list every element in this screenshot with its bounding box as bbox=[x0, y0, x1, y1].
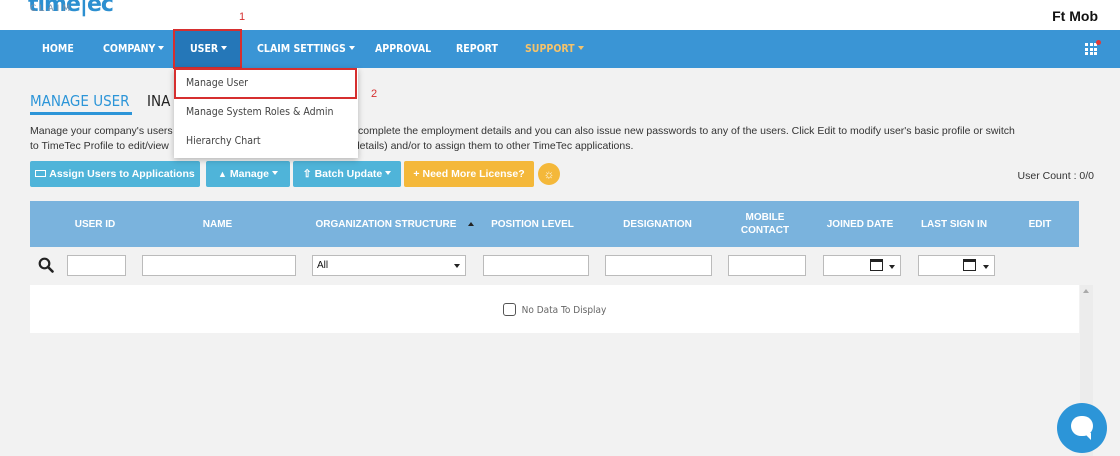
sort-asc-icon bbox=[468, 222, 475, 226]
annotation-marker-2: 2 bbox=[371, 88, 378, 100]
col-edit: EDIT bbox=[1028, 218, 1052, 230]
nav-company-label: COMPANY bbox=[103, 43, 156, 55]
id-card-icon bbox=[35, 170, 47, 177]
col-designation[interactable]: DESIGNATION bbox=[610, 201, 705, 247]
upload-icon: ⇧ bbox=[302, 168, 312, 180]
description-line2-start: to TimeTec Profile to edit/view bbox=[30, 140, 169, 152]
annotation-marker-1: 1 bbox=[239, 11, 246, 23]
filter-user-id[interactable] bbox=[67, 255, 126, 276]
col-position-level[interactable]: POSITION LEVEL bbox=[485, 201, 580, 247]
batch-update-button[interactable]: ⇧ Batch Update bbox=[293, 161, 401, 187]
annotation-highlight-manage-user bbox=[174, 68, 357, 99]
filter-joined-date[interactable] bbox=[823, 255, 901, 276]
filter-name[interactable] bbox=[142, 255, 296, 276]
filter-last-sign-in[interactable] bbox=[918, 255, 995, 276]
filter-designation[interactable] bbox=[605, 255, 712, 276]
chat-button[interactable] bbox=[1057, 403, 1107, 453]
chevron-down-icon bbox=[348, 46, 355, 50]
description-line1-end: ation to complete the employment details… bbox=[320, 125, 1015, 137]
chevron-down-icon bbox=[454, 264, 460, 268]
search-icon[interactable] bbox=[38, 257, 54, 273]
nav-approval-label: APPROVAL bbox=[375, 43, 432, 55]
user-count: User Count : 0/0 bbox=[1017, 170, 1094, 182]
col-organization-structure-label: ORGANIZATION STRUCTURE bbox=[315, 218, 457, 230]
main-navbar: HOME COMPANY USER CLAIM SETTINGS APPROVA… bbox=[0, 30, 1120, 68]
need-more-license-label: Need More License? bbox=[422, 168, 525, 180]
calendar-icon[interactable] bbox=[963, 259, 976, 271]
nav-approval[interactable]: APPROVAL bbox=[375, 30, 431, 68]
lightbulb-icon[interactable]: ☼ bbox=[538, 163, 560, 185]
top-bar: time|ec CLAIM Ft Mob bbox=[0, 0, 1120, 30]
filter-org-select[interactable]: All bbox=[312, 255, 466, 276]
table-header: USER ID NAME ORGANIZATION STRUCTURE POSI… bbox=[30, 201, 1079, 247]
user-name[interactable]: Ft Mob bbox=[1052, 8, 1098, 24]
col-mobile-label-2: CONTACT bbox=[740, 225, 790, 236]
nav-report[interactable]: REPORT bbox=[456, 30, 498, 68]
plus-icon: + bbox=[413, 168, 420, 180]
no-data-text: No Data To Display bbox=[521, 305, 607, 316]
nav-home[interactable]: HOME bbox=[42, 30, 74, 68]
annotation-highlight-user-menu bbox=[173, 29, 242, 69]
need-more-license-button[interactable]: + Need More License? bbox=[404, 161, 534, 187]
sitemap-icon: ▲ bbox=[217, 169, 227, 179]
menu-item-manage-system-roles[interactable]: Manage System Roles & Admin bbox=[174, 98, 358, 127]
col-user-id[interactable]: USER ID bbox=[50, 201, 140, 247]
nav-home-label: HOME bbox=[42, 43, 74, 55]
page-title[interactable]: MANAGE USER bbox=[30, 92, 130, 110]
chevron-down-icon bbox=[158, 46, 165, 50]
chat-bubble-tail bbox=[1084, 433, 1091, 440]
notification-dot bbox=[1096, 40, 1101, 45]
chevron-down-icon bbox=[577, 46, 584, 50]
menu-item-hierarchy-chart[interactable]: Hierarchy Chart bbox=[174, 127, 358, 156]
batch-update-label: Batch Update bbox=[314, 168, 383, 180]
manage-button[interactable]: ▲ Manage bbox=[206, 161, 290, 187]
chevron-down-icon bbox=[272, 171, 278, 175]
assign-users-button[interactable]: Assign Users to Applications bbox=[30, 161, 200, 187]
filter-row: All bbox=[30, 247, 1079, 285]
description-line1-start: Manage your company's users bbox=[30, 125, 173, 137]
filter-org-value: All bbox=[317, 260, 329, 271]
apps-grid-icon[interactable] bbox=[1085, 43, 1097, 55]
tab-inactive-users[interactable]: INA bbox=[147, 92, 170, 110]
nav-support-label: SUPPORT bbox=[525, 43, 575, 55]
col-last-sign-in[interactable]: LAST SIGN IN bbox=[910, 201, 998, 247]
no-data-message: No Data To Display bbox=[30, 303, 1079, 316]
active-tab-underline bbox=[30, 112, 132, 115]
filter-mobile-contact[interactable] bbox=[728, 255, 806, 276]
col-joined-date[interactable]: JOINED DATE bbox=[815, 201, 905, 247]
logo-subtitle: CLAIM bbox=[30, 4, 74, 14]
chevron-down-icon bbox=[385, 171, 392, 175]
calendar-icon[interactable] bbox=[870, 259, 883, 271]
assign-users-label: Assign Users to Applications bbox=[49, 168, 195, 180]
chevron-down-icon bbox=[983, 265, 989, 269]
col-name[interactable]: NAME bbox=[150, 201, 285, 247]
scroll-up-icon[interactable] bbox=[1083, 289, 1089, 293]
col-mobile-label-1: MOBILE bbox=[745, 212, 785, 223]
table-body: No Data To Display bbox=[30, 285, 1079, 333]
col-organization-structure[interactable]: ORGANIZATION STRUCTURE bbox=[310, 201, 480, 247]
description-line2-end: act details) and/or to assign them to ot… bbox=[336, 140, 634, 152]
nav-company[interactable]: COMPANY bbox=[103, 30, 165, 68]
manage-label: Manage bbox=[229, 168, 269, 180]
nav-claim-settings-label: CLAIM SETTINGS bbox=[257, 43, 346, 55]
nav-support[interactable]: SUPPORT bbox=[525, 30, 584, 68]
col-mobile-contact[interactable]: MOBILE CONTACT bbox=[730, 201, 800, 247]
chevron-down-icon bbox=[889, 265, 895, 269]
no-data-icon bbox=[502, 303, 516, 316]
nav-claim-settings[interactable]: CLAIM SETTINGS bbox=[257, 30, 355, 68]
filter-position-level[interactable] bbox=[483, 255, 589, 276]
nav-report-label: REPORT bbox=[456, 43, 498, 55]
